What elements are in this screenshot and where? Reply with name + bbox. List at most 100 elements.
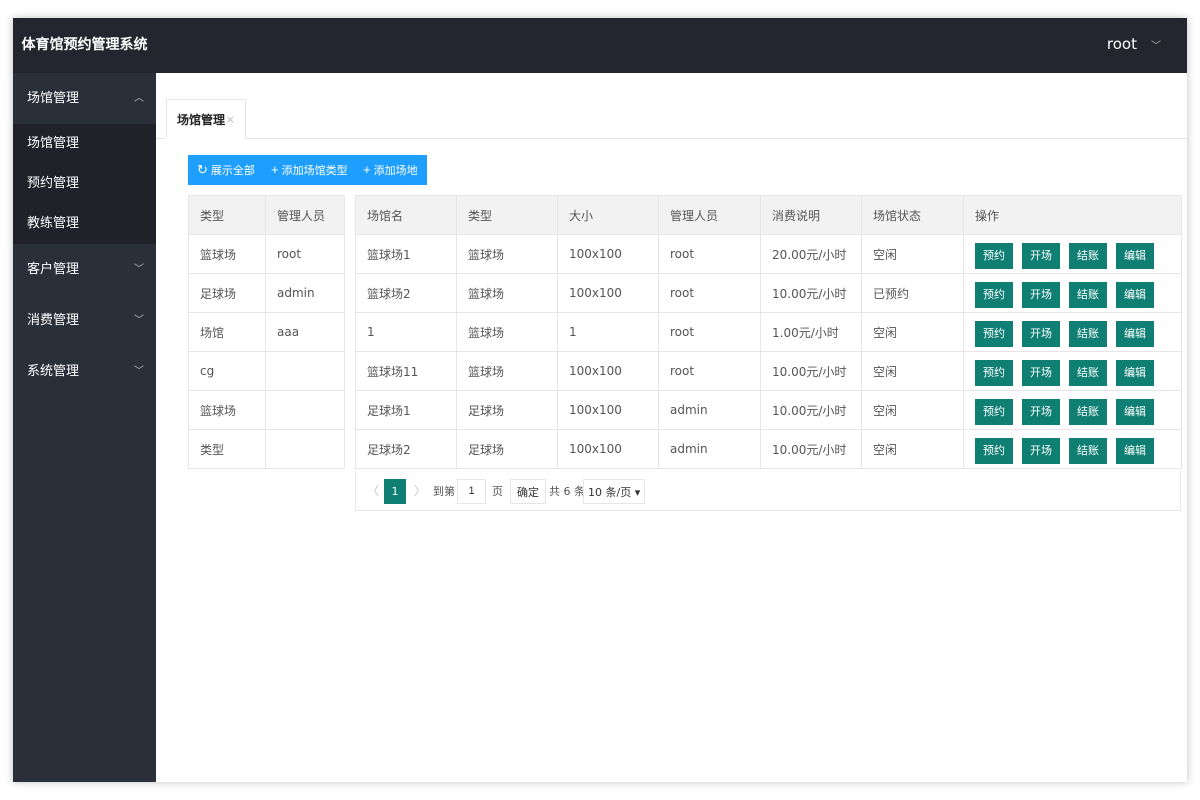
table-row[interactable]: 篮球场1篮球场100x100root20.00元/小时空闲预约开场结账编辑 [356, 235, 1182, 274]
book-button[interactable]: 预约 [975, 399, 1013, 425]
cell-status: 空闲 [862, 352, 964, 391]
prev-page-icon[interactable]: 〈 [367, 479, 379, 504]
sidebar-group-venue[interactable]: 场馆管理 ︿ [13, 73, 156, 124]
cell-size: 100x100 [558, 235, 659, 274]
edit-button[interactable]: 编辑 [1116, 438, 1154, 464]
cell-type: 足球场 [457, 430, 558, 469]
table-row[interactable]: cg [189, 352, 345, 391]
show-all-label: 展示全部 [211, 165, 255, 177]
table-row[interactable]: 足球场1足球场100x100admin10.00元/小时空闲预约开场结账编辑 [356, 391, 1182, 430]
table-row[interactable]: 场馆aaa [189, 313, 345, 352]
open-button[interactable]: 开场 [1022, 438, 1060, 464]
cell-venue-name: 1 [356, 313, 457, 352]
sidebar-group-label: 系统管理 [27, 364, 79, 379]
edit-button[interactable]: 编辑 [1116, 282, 1154, 308]
cell-manager: root [659, 313, 761, 352]
cell-type: 篮球场 [457, 274, 558, 313]
cell-type: 篮球场 [189, 391, 266, 430]
checkout-button[interactable]: 结账 [1069, 438, 1107, 464]
goto-page-input[interactable] [457, 479, 486, 504]
sidebar-group-consumption[interactable]: 消费管理 ﹀ [13, 295, 156, 346]
checkout-button[interactable]: 结账 [1069, 360, 1107, 386]
venue-table: 场馆名 类型 大小 管理人员 消费说明 场馆状态 操作 篮球场1篮球场100x1… [355, 195, 1182, 469]
show-all-button[interactable]: ↻展示全部 [188, 155, 264, 185]
edit-button[interactable]: 编辑 [1116, 399, 1154, 425]
book-button[interactable]: 预约 [975, 321, 1013, 347]
edit-button[interactable]: 编辑 [1116, 243, 1154, 269]
table-row[interactable]: 足球场2足球场100x100admin10.00元/小时空闲预约开场结账编辑 [356, 430, 1182, 469]
table-row[interactable]: 类型 [189, 430, 345, 469]
cell-manager: root [266, 235, 345, 274]
close-icon[interactable]: × [226, 100, 235, 140]
sidebar-item-venue-management[interactable]: 场馆管理 [13, 124, 156, 164]
sidebar-group-customer[interactable]: 客户管理 ﹀ [13, 244, 156, 295]
chevron-down-icon: ▾ [635, 486, 641, 499]
book-button[interactable]: 预约 [975, 243, 1013, 269]
app-window: 体育馆预约管理系统 场馆管理 ︿ 场馆管理 预约管理 教练管理 客户管理 ﹀ 消… [13, 18, 1187, 782]
checkout-button[interactable]: 结账 [1069, 399, 1107, 425]
column-header-type: 类型 [457, 196, 558, 235]
venue-type-table: 类型 管理人员 篮球场root 足球场admin 场馆aaa cg 篮球场 类型 [188, 195, 345, 469]
cell-type: 篮球场 [457, 352, 558, 391]
column-header-status: 场馆状态 [862, 196, 964, 235]
edit-button[interactable]: 编辑 [1116, 321, 1154, 347]
cell-status: 空闲 [862, 391, 964, 430]
checkout-button[interactable]: 结账 [1069, 282, 1107, 308]
cell-manager: aaa [266, 313, 345, 352]
cell-manager [266, 430, 345, 469]
chevron-down-icon: ﹀ [134, 244, 144, 295]
cell-fee: 10.00元/小时 [761, 391, 862, 430]
cell-manager: root [659, 352, 761, 391]
open-button[interactable]: 开场 [1022, 282, 1060, 308]
table-row[interactable]: 篮球场root [189, 235, 345, 274]
book-button[interactable]: 预约 [975, 438, 1013, 464]
tab-label: 场馆管理 [177, 113, 225, 127]
add-venue-type-button[interactable]: +添加场馆类型 [262, 155, 357, 185]
cell-type: cg [189, 352, 266, 391]
cell-fee: 1.00元/小时 [761, 313, 862, 352]
page-size-select[interactable]: 10 条/页 ▾ [583, 479, 645, 504]
cell-venue-name: 篮球场11 [356, 352, 457, 391]
cell-fee: 10.00元/小时 [761, 274, 862, 313]
cell-size: 1 [558, 313, 659, 352]
chevron-up-icon: ︿ [134, 73, 144, 124]
checkout-button[interactable]: 结账 [1069, 243, 1107, 269]
refresh-icon: ↻ [197, 162, 208, 177]
cell-manager: admin [266, 274, 345, 313]
book-button[interactable]: 预约 [975, 360, 1013, 386]
cell-manager: root [659, 274, 761, 313]
table-header-row: 场馆名 类型 大小 管理人员 消费说明 场馆状态 操作 [356, 196, 1182, 235]
cell-actions: 预约开场结账编辑 [964, 274, 1182, 313]
checkout-button[interactable]: 结账 [1069, 321, 1107, 347]
open-button[interactable]: 开场 [1022, 243, 1060, 269]
cell-type: 足球场 [457, 391, 558, 430]
edit-button[interactable]: 编辑 [1116, 360, 1154, 386]
cell-manager [266, 391, 345, 430]
sidebar-item-coach-management[interactable]: 教练管理 [13, 204, 156, 244]
table-row[interactable]: 篮球场11篮球场100x100root10.00元/小时空闲预约开场结账编辑 [356, 352, 1182, 391]
open-button[interactable]: 开场 [1022, 360, 1060, 386]
app-title: 体育馆预约管理系统 [13, 18, 156, 73]
add-venue-button[interactable]: +添加场地 [354, 155, 427, 185]
tab-venue-management[interactable]: 场馆管理 × [166, 99, 246, 139]
sidebar-group-label: 客户管理 [27, 262, 79, 277]
cell-manager [266, 352, 345, 391]
table-row[interactable]: 篮球场 [189, 391, 345, 430]
table-row[interactable]: 1篮球场1root1.00元/小时空闲预约开场结账编辑 [356, 313, 1182, 352]
sidebar-item-booking-management[interactable]: 预约管理 [13, 164, 156, 204]
next-page-icon[interactable]: 〉 [414, 479, 426, 504]
cell-size: 100x100 [558, 430, 659, 469]
open-button[interactable]: 开场 [1022, 321, 1060, 347]
open-button[interactable]: 开场 [1022, 399, 1060, 425]
column-header-fee: 消费说明 [761, 196, 862, 235]
goto-confirm-button[interactable]: 确定 [510, 479, 546, 504]
book-button[interactable]: 预约 [975, 282, 1013, 308]
tab-bar: 场馆管理 × [156, 99, 1187, 139]
sidebar: 体育馆预约管理系统 场馆管理 ︿ 场馆管理 预约管理 教练管理 客户管理 ﹀ 消… [13, 18, 156, 782]
table-row[interactable]: 篮球场2篮球场100x100root10.00元/小时已预约预约开场结账编辑 [356, 274, 1182, 313]
sidebar-group-system[interactable]: 系统管理 ﹀ [13, 346, 156, 397]
table-row[interactable]: 足球场admin [189, 274, 345, 313]
page-button-current[interactable]: 1 [384, 479, 406, 504]
sidebar-group-label: 场馆管理 [27, 91, 79, 106]
user-menu[interactable]: root﹀ [1107, 18, 1161, 73]
